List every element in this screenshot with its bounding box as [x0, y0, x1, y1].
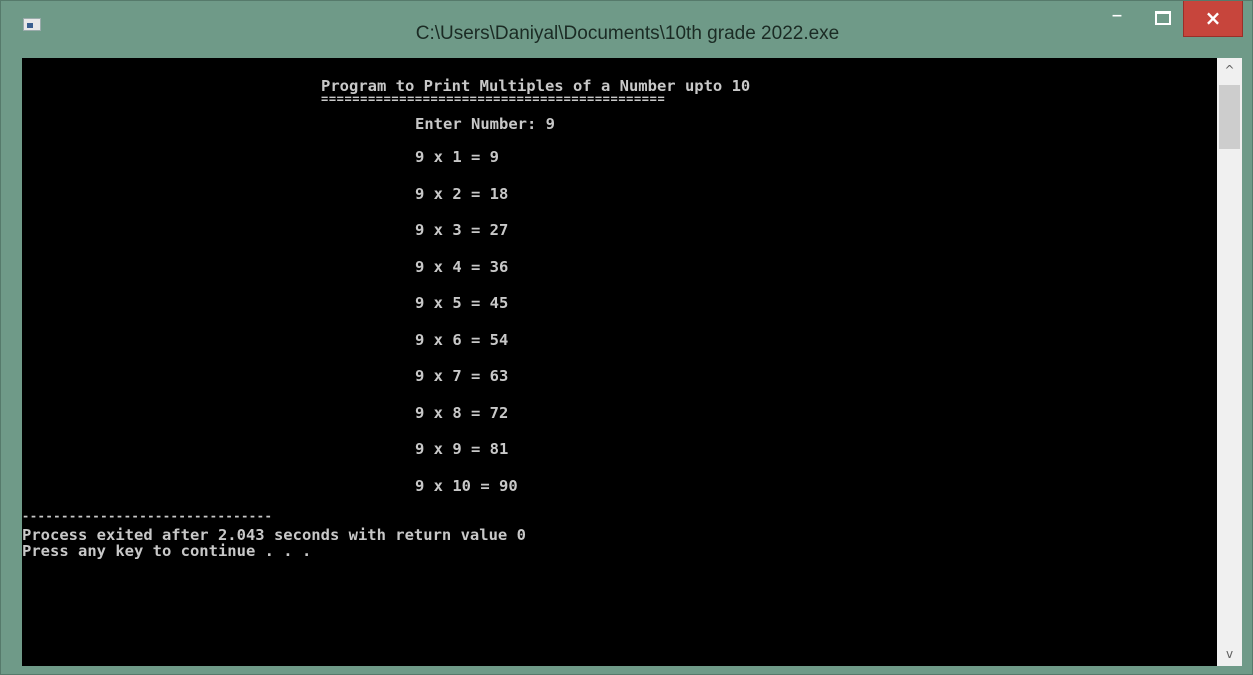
multiple-row: 9 x 4 = 36	[415, 257, 509, 276]
console-window: C:\Users\Daniyal\Documents\10th grade 20…	[0, 0, 1253, 675]
continue-message: Press any key to continue . . .	[22, 542, 312, 560]
multiple-row: 9 x 5 = 45	[415, 294, 509, 312]
chevron-up-icon: ^	[1224, 63, 1235, 77]
title-bar[interactable]: C:\Users\Daniyal\Documents\10th grade 20…	[1, 1, 1253, 49]
maximize-button[interactable]	[1139, 1, 1183, 37]
heading-underline: ========================================…	[321, 92, 666, 106]
multiple-row: 9 x 7 = 63	[415, 367, 509, 385]
scroll-down-button[interactable]: v	[1217, 642, 1242, 666]
multiple-row: 9 x 10 = 90	[415, 476, 518, 495]
close-icon: ×	[1204, 6, 1222, 30]
window-title: C:\Users\Daniyal\Documents\10th grade 20…	[415, 23, 840, 44]
multiple-row: 9 x 8 = 72	[415, 403, 509, 422]
separator-line: --------------------------------	[22, 509, 273, 523]
chevron-down-icon: v	[1225, 647, 1234, 661]
scroll-up-button[interactable]: ^	[1217, 58, 1242, 82]
minimize-icon: –	[1111, 3, 1123, 28]
close-button[interactable]: ×	[1183, 1, 1243, 37]
multiple-row: 9 x 2 = 18	[415, 184, 509, 203]
multiple-row: 9 x 3 = 27	[415, 221, 509, 239]
maximize-icon	[1155, 11, 1171, 25]
input-prompt: Enter Number: 9	[415, 115, 555, 133]
multiple-row: 9 x 9 = 81	[415, 440, 509, 458]
minimize-button[interactable]: –	[1095, 1, 1139, 37]
multiple-row: 9 x 1 = 9	[415, 148, 499, 166]
vertical-scrollbar[interactable]: ^ v	[1217, 58, 1242, 666]
console-output[interactable]: Program to Print Multiples of a Number u…	[22, 58, 1217, 666]
scroll-thumb[interactable]	[1219, 85, 1240, 149]
multiple-row: 9 x 6 = 54	[415, 330, 509, 349]
